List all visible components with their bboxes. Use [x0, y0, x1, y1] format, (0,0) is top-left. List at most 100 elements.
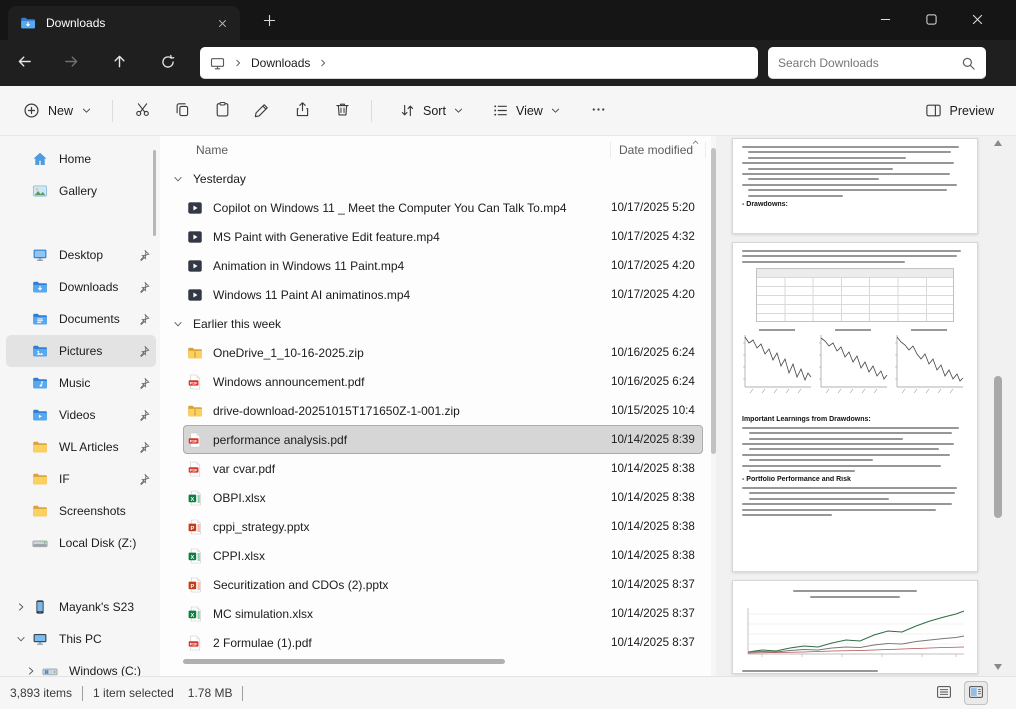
sidebar-item-label: Pictures [59, 344, 103, 358]
sidebar-item-videos[interactable]: Videos [6, 399, 156, 431]
address-bar[interactable]: Downloads [200, 47, 758, 79]
sidebar-item-home[interactable]: Home [6, 143, 156, 175]
pin-icon [137, 409, 152, 422]
file-row-2-formulae-1-pdf[interactable]: PDF 2 Formulae (1).pdf 10/14/2025 8:37 [183, 628, 703, 657]
minimize-button[interactable] [862, 0, 908, 40]
horizontal-scrollbar[interactable] [183, 659, 703, 667]
copy-button[interactable] [162, 94, 202, 128]
column-divider[interactable] [610, 142, 611, 158]
sidebar-item-wl-articles[interactable]: WL Articles [6, 431, 156, 463]
preview-pane-icon [925, 102, 942, 119]
file-row-copilot-on-windows-11-meet-the-computer-you-can-talk-to-mp4[interactable]: Copilot on Windows 11 _ Meet the Compute… [183, 193, 703, 222]
pin-icon [137, 281, 152, 294]
file-row-windows-announcement-pdf[interactable]: PDF Windows announcement.pdf 10/16/2025 6:… [183, 367, 703, 396]
preview-scrollbar-thumb[interactable] [994, 376, 1002, 518]
chevron-down-icon[interactable] [173, 174, 191, 184]
file-pdf-icon: PDF [187, 635, 205, 651]
sidebar-item-downloads[interactable]: Downloads [6, 271, 156, 303]
copy-icon [174, 101, 191, 121]
chevron-down-icon[interactable] [10, 634, 32, 644]
preview-label: Preview [949, 103, 994, 118]
file-name: var cvar.pdf [213, 461, 276, 476]
sidebar-item-label: Gallery [59, 184, 98, 198]
file-row-cppi-strategy-pptx[interactable]: Pcppi_strategy.pptx 10/14/2025 8:38 [183, 512, 703, 541]
file-row-onedrive-1-10-16-2025-zip[interactable]: OneDrive_1_10-16-2025.zip 10/16/2025 6:24 [183, 338, 703, 367]
horizontal-scrollbar-thumb[interactable] [183, 659, 505, 664]
sidebar-item-desktop[interactable]: Desktop [6, 239, 156, 271]
file-row-var-cvar-pdf[interactable]: PDF var cvar.pdf 10/14/2025 8:38 [183, 454, 703, 483]
breadcrumb-downloads[interactable]: Downloads [251, 56, 310, 70]
sidebar-item-label: Desktop [59, 248, 104, 262]
close-tab-icon[interactable] [212, 13, 232, 33]
close-button[interactable] [954, 0, 1000, 40]
file-pptx-icon: P [187, 519, 205, 535]
file-zip-icon [187, 345, 205, 361]
chevron-down-icon[interactable] [173, 319, 191, 329]
group-header-yesterday[interactable]: Yesterday [173, 164, 703, 193]
search-box[interactable] [768, 47, 986, 79]
sort-label: Sort [423, 103, 446, 118]
toolbar-divider [112, 99, 114, 122]
sidebar-item-documents[interactable]: Documents [6, 303, 156, 335]
scroll-up-arrow-icon[interactable] [994, 140, 1002, 146]
sidebar-scrollbar-thumb[interactable] [153, 150, 156, 236]
rename-button[interactable] [242, 94, 282, 128]
sort-button[interactable]: Sort [389, 95, 474, 126]
up-button[interactable] [101, 47, 137, 79]
forward-button[interactable] [53, 47, 89, 79]
refresh-button[interactable] [150, 47, 186, 79]
view-button[interactable]: View [482, 95, 571, 126]
sidebar-item-windows-c[interactable]: Windows (C:) [16, 655, 156, 676]
file-row-obpi-xlsx[interactable]: X OBPI.xlsx 10/14/2025 8:38 [183, 483, 703, 512]
details-view-button[interactable] [932, 681, 956, 705]
file-row-animation-in-windows-11-paint-mp4[interactable]: Animation in Windows 11 Paint.mp4 10/17/2… [183, 251, 703, 280]
cut-button[interactable] [122, 94, 162, 128]
column-header-name[interactable]: Name [196, 143, 619, 157]
search-input[interactable] [778, 56, 961, 70]
paste-button[interactable] [202, 94, 242, 128]
sidebar-item-local-disk-z[interactable]: Local Disk (Z:) [6, 527, 156, 559]
file-row-securitization-and-cdos-2-pptx[interactable]: P Securitization and CDOs (2).pptx 10/14/2… [183, 570, 703, 599]
back-arrow-icon [16, 53, 33, 73]
scroll-down-arrow-icon[interactable] [994, 664, 1002, 670]
items-count: 3,893 items [10, 686, 73, 700]
sidebar-item-screenshots[interactable]: Screenshots [6, 495, 156, 527]
back-button[interactable] [6, 47, 42, 79]
minimize-icon [880, 13, 891, 28]
share-button[interactable] [282, 94, 322, 128]
file-pdf-icon: PDF [187, 461, 205, 477]
forward-arrow-icon [63, 53, 80, 73]
sidebar-item-this-pc[interactable]: This PC [6, 623, 156, 655]
sidebar-item-gallery[interactable]: Gallery [6, 175, 156, 207]
svg-text:PDF: PDF [190, 439, 198, 443]
phone-icon [32, 599, 50, 615]
file-row-cppi-xlsx[interactable]: X CPPI.xlsx 10/14/2025 8:38 [183, 541, 703, 570]
sidebar-item-mayank-s-s23[interactable]: Mayank's S23 [6, 591, 156, 623]
delete-button[interactable] [322, 94, 362, 128]
file-row-drive-download-20251015t171650z-1-001-zip[interactable]: drive-download-20251015T171650Z-1-001.zi… [183, 396, 703, 425]
maximize-button[interactable] [908, 0, 954, 40]
new-tab-button[interactable] [256, 10, 282, 34]
sidebar-item-if[interactable]: IF [6, 463, 156, 495]
svg-text:PDF: PDF [190, 642, 198, 646]
sidebar-item-music[interactable]: Music [6, 367, 156, 399]
chevron-right-icon[interactable] [10, 602, 32, 612]
file-row-windows-11-paint-ai-animatinos-mp4[interactable]: Windows 11 Paint AI animatinos.mp4 10/17/… [183, 280, 703, 309]
file-row-performance-analysis-pdf[interactable]: PDF performance analysis.pdf 10/14/2025 8:… [183, 425, 703, 454]
file-date-modified: 10/14/2025 8:38 [611, 462, 695, 475]
file-row-ms-paint-with-generative-edit-feature-mp4[interactable]: MS Paint with Generative Edit feature.mp… [183, 222, 703, 251]
preview-scrollbar[interactable] [993, 138, 1003, 672]
thumbnail-view-button[interactable] [964, 681, 988, 705]
more-options-button[interactable] [579, 94, 619, 128]
sidebar-item-pictures[interactable]: Pictures [6, 335, 156, 367]
drive-icon [32, 535, 50, 551]
group-header-earlier-this-week[interactable]: Earlier this week [173, 309, 703, 338]
preview-toggle-button[interactable]: Preview [915, 95, 1004, 126]
chevron-right-icon[interactable] [20, 666, 42, 676]
tab-downloads[interactable]: Downloads [8, 6, 240, 40]
file-date-modified: 10/14/2025 8:37 [611, 578, 695, 591]
new-button[interactable]: New [12, 95, 103, 126]
window-controls [862, 0, 1000, 40]
column-divider[interactable] [705, 142, 706, 158]
file-row-mc-simulation-xlsx[interactable]: X MC simulation.xlsx 10/14/2025 8:37 [183, 599, 703, 628]
